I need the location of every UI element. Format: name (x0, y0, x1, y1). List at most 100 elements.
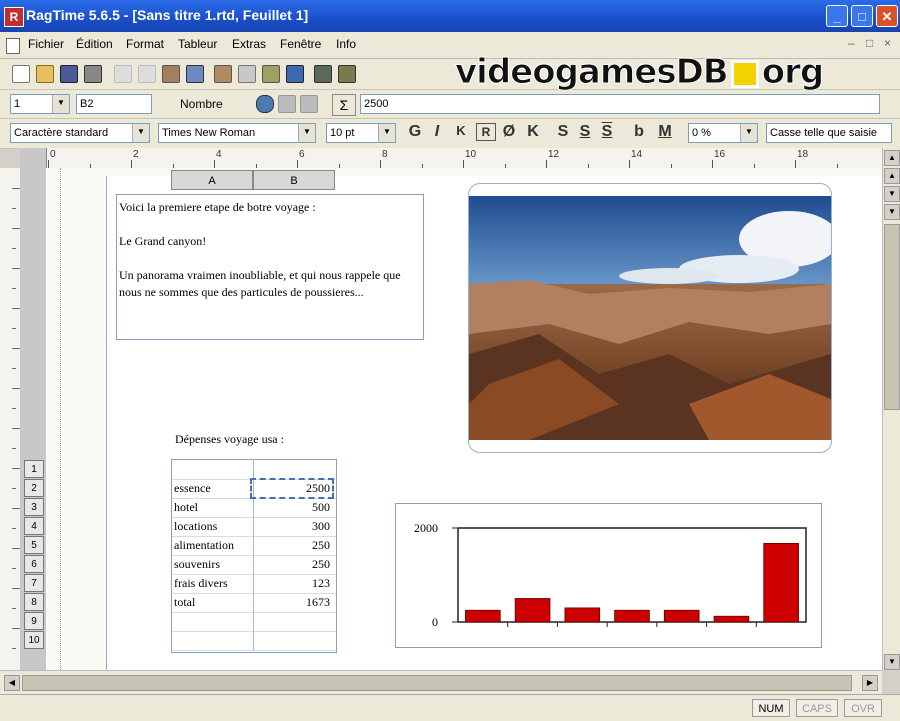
horizontal-ruler[interactable]: 0 2 4 6 8 10 12 14 16 18 (20, 148, 882, 169)
menu-fichier[interactable]: Fichier (28, 37, 64, 51)
formula-input[interactable]: 2500 (360, 94, 880, 114)
ruler-tick (297, 160, 298, 168)
table-row[interactable] (172, 460, 336, 480)
image-frame[interactable] (468, 183, 832, 453)
selected-cell[interactable] (250, 478, 334, 499)
row-number[interactable]: 6 (24, 555, 44, 573)
row-number[interactable]: 1 (24, 460, 44, 478)
double-underline-button[interactable]: S (598, 123, 616, 141)
table-row[interactable] (172, 612, 336, 632)
bird-icon[interactable] (286, 65, 304, 83)
menu-info[interactable]: Info (336, 37, 356, 51)
row-number[interactable]: 2 (24, 479, 44, 497)
wand-icon[interactable] (338, 65, 356, 83)
app-icon[interactable]: R (4, 7, 24, 27)
spacing-selector[interactable]: 0 % ▼ (688, 123, 758, 143)
horizontal-scroll-thumb[interactable] (22, 675, 852, 691)
chevron-down-icon[interactable]: ▼ (298, 124, 315, 142)
text-frame[interactable]: Voici la premiere etape de botre voyage … (116, 194, 424, 340)
scroll-down-button[interactable]: ▼ (884, 654, 900, 670)
cancel-formula-icon[interactable] (278, 95, 296, 113)
strikethrough-button[interactable]: S (554, 123, 572, 141)
print-icon[interactable] (84, 65, 102, 83)
table-row[interactable]: alimentation 250 (172, 536, 336, 556)
case-selector[interactable]: Casse telle que saisie (766, 123, 892, 143)
row-number[interactable]: 10 (24, 631, 44, 649)
new-document-icon[interactable] (12, 65, 30, 83)
menu-extras[interactable]: Extras (232, 37, 266, 51)
mdi-minimize-button[interactable]: – (848, 36, 855, 50)
sum-icon[interactable]: Σ (332, 94, 356, 116)
table-row[interactable]: locations 300 (172, 517, 336, 537)
cut-icon[interactable] (114, 65, 132, 83)
paste-icon[interactable] (162, 65, 180, 83)
sheet-selector[interactable]: 1 ▼ (10, 94, 70, 114)
copy-icon[interactable] (138, 65, 156, 83)
scroll-left-button[interactable]: ◀ (4, 675, 20, 691)
page-up-button[interactable]: ▲ (884, 168, 900, 184)
table-row[interactable] (172, 631, 336, 651)
chevron-down-icon[interactable]: ▼ (52, 95, 69, 113)
menu-tableur[interactable]: Tableur (178, 37, 217, 51)
page-down-button[interactable]: ▼ (884, 186, 900, 202)
hand-tool-icon[interactable] (214, 65, 232, 83)
chevron-down-icon[interactable]: ▼ (378, 124, 395, 142)
table-row[interactable]: total 1673 (172, 593, 336, 613)
stamp-icon[interactable] (262, 65, 280, 83)
scroll-up-button[interactable]: ▲ (884, 150, 900, 166)
view-toggle-button[interactable]: ▼ (884, 204, 900, 220)
tools-icon[interactable] (314, 65, 332, 83)
shadow-button[interactable]: Ø (500, 123, 518, 141)
condensed-button[interactable]: K (524, 123, 542, 141)
font-selector[interactable]: Times New Roman ▼ (158, 123, 316, 143)
column-header-a[interactable]: A (171, 170, 253, 190)
column-header-b[interactable]: B (253, 170, 335, 190)
maximize-button[interactable]: □ (851, 5, 873, 27)
outline-button[interactable]: R (476, 123, 496, 141)
row-number[interactable]: 8 (24, 593, 44, 611)
close-button[interactable]: ✕ (876, 5, 898, 27)
accept-formula-icon[interactable] (300, 95, 318, 113)
underline-button[interactable]: S (576, 123, 594, 141)
italic-button[interactable]: I (428, 123, 446, 141)
ruler-tick (12, 328, 16, 329)
chart-frame[interactable]: 2000 0 (395, 503, 822, 648)
row-number[interactable]: 3 (24, 498, 44, 516)
document-icon[interactable] (6, 38, 20, 54)
undo-icon[interactable] (186, 65, 204, 83)
size-selector[interactable]: 10 pt ▼ (326, 123, 396, 143)
chevron-down-icon[interactable]: ▼ (132, 124, 149, 142)
row-number[interactable]: 9 (24, 612, 44, 630)
number-format-label[interactable]: Nombre (180, 97, 223, 111)
row-number[interactable]: 5 (24, 536, 44, 554)
mdi-close-button[interactable]: × (884, 36, 891, 50)
scroll-right-button[interactable]: ▶ (862, 675, 878, 691)
smallcaps-button[interactable]: M (656, 123, 674, 141)
menu-edition[interactable]: Édition (76, 37, 113, 51)
zoom-icon[interactable] (238, 65, 256, 83)
bold-button[interactable]: G (406, 123, 424, 141)
horizontal-scrollbar[interactable]: ◀ ▶ (0, 670, 882, 695)
chevron-down-icon[interactable]: ▼ (740, 124, 757, 142)
kerning-button[interactable]: K (452, 123, 470, 138)
vertical-ruler[interactable] (0, 168, 21, 670)
menu-fenetre[interactable]: Fenêtre (280, 37, 321, 51)
row-number[interactable]: 4 (24, 517, 44, 535)
mdi-restore-button[interactable]: □ (866, 36, 873, 50)
vertical-scroll-thumb[interactable] (884, 224, 900, 410)
table-row[interactable]: souvenirs 250 (172, 555, 336, 575)
baseline-button[interactable]: b (630, 123, 648, 141)
menu-format[interactable]: Format (126, 37, 164, 51)
style-selector[interactable]: Caractère standard ▼ (10, 123, 150, 143)
ruler-tick (629, 160, 630, 168)
car-icon[interactable] (256, 95, 274, 113)
table-row[interactable]: hotel 500 (172, 498, 336, 518)
save-disk-icon[interactable] (60, 65, 78, 83)
ruler-corner[interactable] (20, 148, 47, 168)
row-number[interactable]: 7 (24, 574, 44, 592)
table-row[interactable]: frais divers 123 (172, 574, 336, 594)
vertical-scrollbar[interactable]: ▲ ▲ ▼ ▼ ▼ (882, 148, 900, 670)
cell-reference-field[interactable]: B2 (76, 94, 152, 114)
minimize-button[interactable]: _ (826, 5, 848, 27)
open-folder-icon[interactable] (36, 65, 54, 83)
